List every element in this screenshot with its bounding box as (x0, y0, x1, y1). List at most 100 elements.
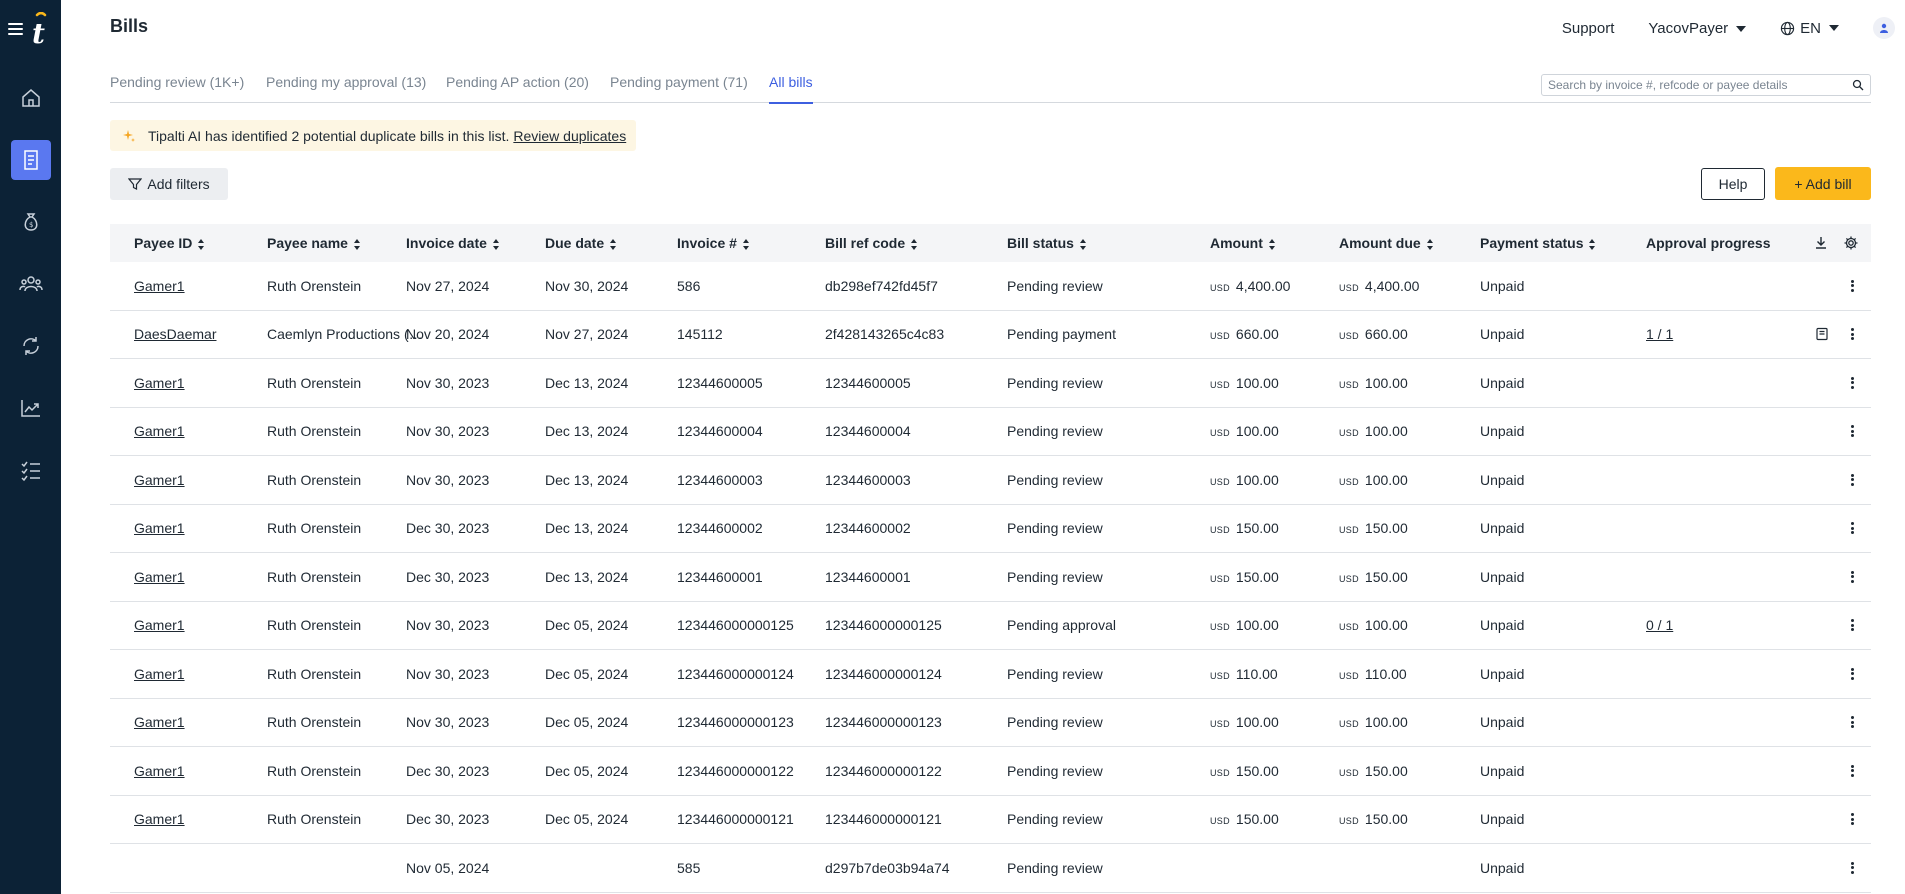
tab-pending-payment[interactable]: Pending payment (71) (610, 74, 748, 103)
bill-ref-code: 12344600001 (825, 568, 911, 585)
amount-due: USD 150.00 (1339, 520, 1408, 537)
avatar[interactable] (1873, 17, 1895, 39)
add-bill-button[interactable]: + Add bill (1775, 167, 1871, 200)
more-options-icon[interactable] (1845, 714, 1859, 730)
payee-id-link[interactable]: Gamer1 (134, 520, 254, 536)
col-payment-status[interactable]: Payment status (1480, 235, 1620, 251)
sidebar-item-reports[interactable] (11, 388, 51, 428)
col-due-date[interactable]: Due date (545, 235, 665, 251)
payee-id-link[interactable]: Gamer1 (134, 714, 254, 730)
gear-icon[interactable] (1843, 235, 1859, 251)
user-menu[interactable]: YacovPayer (1648, 20, 1747, 37)
col-amount[interactable]: Amount (1210, 235, 1330, 251)
sort-icon (1268, 238, 1276, 250)
more-options-icon[interactable] (1845, 666, 1859, 682)
tab-all-bills[interactable]: All bills (769, 74, 813, 104)
review-duplicates-link[interactable]: Review duplicates (513, 128, 626, 144)
payee-id-link[interactable]: Gamer1 (134, 811, 254, 827)
col-bill-status[interactable]: Bill status (1007, 235, 1157, 251)
col-invoice-number[interactable]: Invoice # (677, 235, 817, 251)
col-approval-progress: Approval progress (1646, 235, 1771, 251)
table-row[interactable]: Gamer1 Ruth Orenstein Dec 30, 2023 Dec 1… (110, 505, 1871, 553)
svg-text:t: t (32, 17, 45, 46)
col-invoice-date[interactable]: Invoice date (406, 235, 536, 251)
currency-code: USD (1339, 670, 1359, 681)
more-options-icon[interactable] (1845, 472, 1859, 488)
payee-id-link[interactable]: Gamer1 (134, 569, 254, 585)
sidebar-item-payments[interactable]: $ (11, 202, 51, 242)
more-options-icon[interactable] (1845, 569, 1859, 585)
more-options-icon[interactable] (1845, 860, 1859, 876)
more-options-icon[interactable] (1845, 811, 1859, 827)
currency-code: USD (1339, 282, 1359, 293)
tab-pending-ap-action[interactable]: Pending AP action (20) (446, 74, 589, 103)
col-bill-ref-code[interactable]: Bill ref code (825, 235, 995, 251)
table-row[interactable]: Gamer1 Ruth Orenstein Nov 27, 2024 Nov 3… (110, 262, 1871, 311)
currency-code: USD (1210, 816, 1230, 827)
bill-status: Pending review (1007, 568, 1103, 585)
table-row[interactable]: Gamer1 Ruth Orenstein Dec 30, 2023 Dec 1… (110, 553, 1871, 602)
duplicates-banner: Tipalti AI has identified 2 potential du… (110, 120, 637, 151)
add-filters-button[interactable]: Add filters (110, 168, 228, 200)
payee-id-link[interactable]: DaesDaemar (134, 326, 254, 342)
amount: USD 100.00 (1210, 617, 1279, 634)
table-row[interactable]: Gamer1 Ruth Orenstein Dec 30, 2023 Dec 0… (110, 747, 1871, 796)
language-selector[interactable]: EN (1780, 20, 1839, 37)
tab-pending-my-approval[interactable]: Pending my approval (13) (266, 74, 426, 103)
search-icon[interactable] (1852, 79, 1864, 91)
table-row[interactable]: DaesDaemar Caemlyn Productions (E... Nov… (110, 311, 1871, 359)
due-date: Dec 13, 2024 (545, 423, 629, 440)
bill-status: Pending review (1007, 762, 1103, 779)
payment-status: Unpaid (1480, 665, 1525, 682)
col-amount-due[interactable]: Amount due (1339, 235, 1469, 251)
payee-id-link[interactable]: Gamer1 (134, 666, 254, 682)
sidebar-item-reconciliation[interactable] (11, 326, 51, 366)
sidebar-item-home[interactable] (11, 78, 51, 118)
table-row[interactable]: Gamer1 Ruth Orenstein Nov 30, 2023 Dec 0… (110, 650, 1871, 699)
table-row[interactable]: Nov 05, 2024 585 d297b7de03b94a74 Pendin… (110, 844, 1871, 893)
search-input[interactable] (1542, 75, 1842, 95)
hamburger-menu-icon[interactable] (8, 23, 23, 35)
table-row[interactable]: Gamer1 Ruth Orenstein Nov 30, 2023 Dec 0… (110, 602, 1871, 650)
table-row[interactable]: Gamer1 Ruth Orenstein Nov 30, 2023 Dec 1… (110, 408, 1871, 456)
more-options-icon[interactable] (1845, 278, 1859, 294)
support-link[interactable]: Support (1562, 20, 1615, 37)
payee-id-link[interactable]: Gamer1 (134, 472, 254, 488)
receipt-icon (23, 150, 38, 170)
tab-pending-review[interactable]: Pending review (1K+) (110, 74, 244, 103)
amount: USD 110.00 (1210, 665, 1278, 682)
more-options-icon[interactable] (1845, 763, 1859, 779)
payee-id-link[interactable]: Gamer1 (134, 423, 254, 439)
approval-progress-link[interactable]: 1 / 1 (1646, 326, 1796, 342)
more-options-icon[interactable] (1845, 375, 1859, 391)
approval-progress-link[interactable]: 0 / 1 (1646, 617, 1796, 633)
payee-id-link[interactable]: Gamer1 (134, 375, 254, 391)
invoice-date: Nov 30, 2023 (406, 374, 490, 391)
sidebar-item-payees[interactable] (11, 264, 51, 304)
sort-icon (353, 238, 361, 250)
payee-id-link[interactable]: Gamer1 (134, 278, 254, 294)
col-payee-name[interactable]: Payee name (267, 235, 427, 251)
amount-due: USD 100.00 (1339, 374, 1408, 391)
tipalti-logo[interactable]: t (29, 11, 51, 50)
currency-code: USD (1210, 670, 1230, 681)
col-payee-id[interactable]: Payee ID (134, 235, 254, 251)
table-row[interactable]: Gamer1 Ruth Orenstein Dec 30, 2023 Dec 0… (110, 796, 1871, 844)
amount: USD 150.00 (1210, 520, 1279, 537)
more-options-icon[interactable] (1845, 617, 1859, 633)
bill-status: Pending review (1007, 471, 1103, 488)
table-row[interactable]: Gamer1 Ruth Orenstein Nov 30, 2023 Dec 0… (110, 699, 1871, 747)
more-options-icon[interactable] (1845, 520, 1859, 536)
download-icon[interactable] (1813, 235, 1829, 251)
table-row[interactable]: Gamer1 Ruth Orenstein Nov 30, 2023 Dec 1… (110, 359, 1871, 408)
sidebar-item-bills[interactable] (10, 140, 51, 180)
payee-id-link[interactable]: Gamer1 (134, 617, 254, 633)
more-options-icon[interactable] (1845, 423, 1859, 439)
more-options-icon[interactable] (1845, 326, 1859, 342)
payee-id-link[interactable]: Gamer1 (134, 763, 254, 779)
document-icon[interactable] (1815, 327, 1829, 341)
table-row[interactable]: Gamer1 Ruth Orenstein Nov 30, 2023 Dec 1… (110, 456, 1871, 505)
help-button[interactable]: Help (1701, 168, 1765, 200)
sidebar-item-tasks[interactable] (11, 450, 51, 490)
amount-due: USD 150.00 (1339, 762, 1408, 779)
